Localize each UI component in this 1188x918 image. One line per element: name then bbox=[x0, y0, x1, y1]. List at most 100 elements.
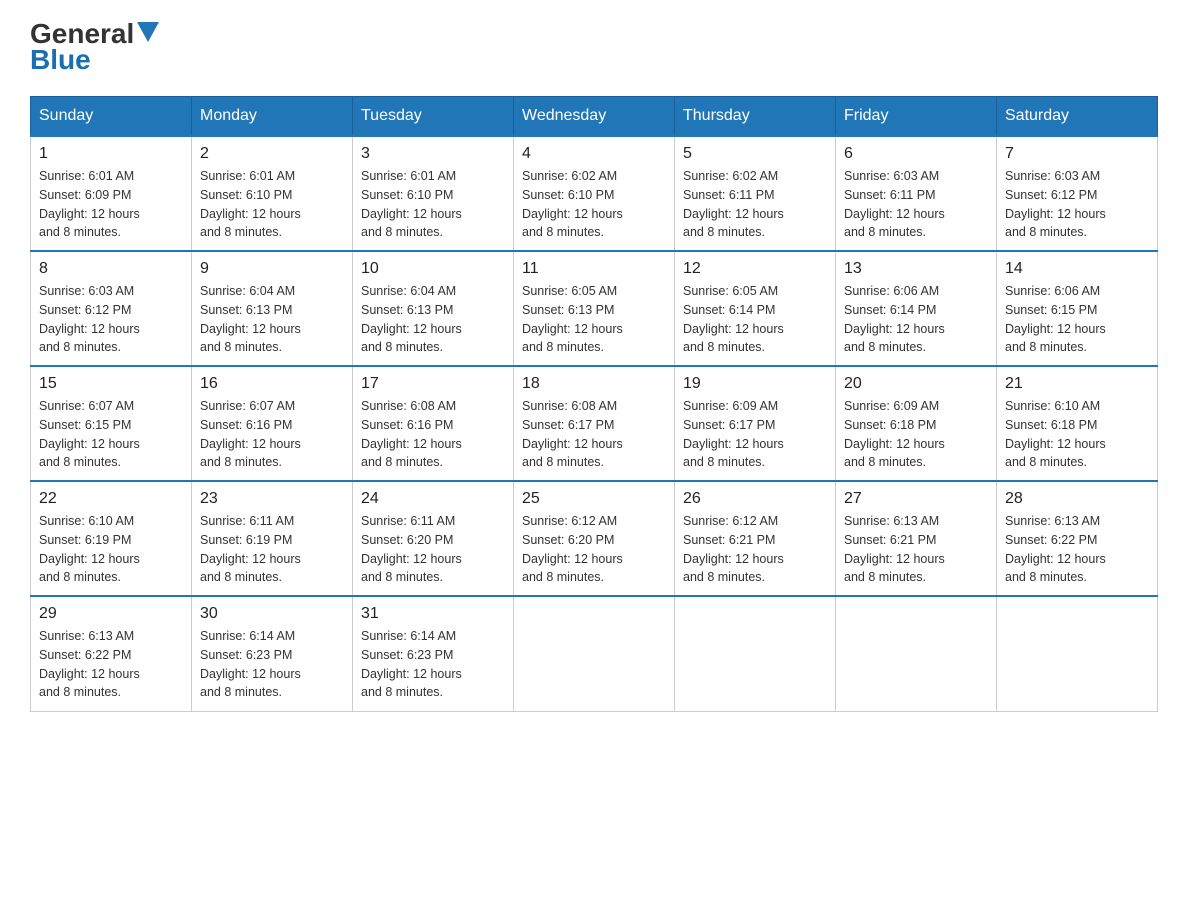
day-number: 6 bbox=[844, 145, 988, 163]
logo-blue: Blue bbox=[30, 44, 91, 76]
day-number: 24 bbox=[361, 490, 505, 508]
calendar-cell: 7 Sunrise: 6:03 AM Sunset: 6:12 PM Dayli… bbox=[997, 136, 1158, 251]
day-info: Sunrise: 6:05 AM Sunset: 6:13 PM Dayligh… bbox=[522, 282, 666, 357]
day-number: 29 bbox=[39, 605, 183, 623]
day-info: Sunrise: 6:06 AM Sunset: 6:15 PM Dayligh… bbox=[1005, 282, 1149, 357]
day-number: 23 bbox=[200, 490, 344, 508]
page-header: General Blue bbox=[30, 20, 1158, 76]
calendar-cell: 3 Sunrise: 6:01 AM Sunset: 6:10 PM Dayli… bbox=[353, 136, 514, 251]
calendar-cell: 1 Sunrise: 6:01 AM Sunset: 6:09 PM Dayli… bbox=[31, 136, 192, 251]
day-info: Sunrise: 6:11 AM Sunset: 6:20 PM Dayligh… bbox=[361, 512, 505, 587]
calendar-cell: 20 Sunrise: 6:09 AM Sunset: 6:18 PM Dayl… bbox=[836, 366, 997, 481]
day-info: Sunrise: 6:11 AM Sunset: 6:19 PM Dayligh… bbox=[200, 512, 344, 587]
calendar-cell: 9 Sunrise: 6:04 AM Sunset: 6:13 PM Dayli… bbox=[192, 251, 353, 366]
day-info: Sunrise: 6:01 AM Sunset: 6:09 PM Dayligh… bbox=[39, 167, 183, 242]
calendar-cell bbox=[997, 596, 1158, 711]
day-info: Sunrise: 6:13 AM Sunset: 6:22 PM Dayligh… bbox=[1005, 512, 1149, 587]
day-number: 18 bbox=[522, 375, 666, 393]
day-info: Sunrise: 6:05 AM Sunset: 6:14 PM Dayligh… bbox=[683, 282, 827, 357]
week-row-3: 15 Sunrise: 6:07 AM Sunset: 6:15 PM Dayl… bbox=[31, 366, 1158, 481]
calendar-cell: 2 Sunrise: 6:01 AM Sunset: 6:10 PM Dayli… bbox=[192, 136, 353, 251]
day-info: Sunrise: 6:06 AM Sunset: 6:14 PM Dayligh… bbox=[844, 282, 988, 357]
day-number: 26 bbox=[683, 490, 827, 508]
day-number: 5 bbox=[683, 145, 827, 163]
calendar-cell: 17 Sunrise: 6:08 AM Sunset: 6:16 PM Dayl… bbox=[353, 366, 514, 481]
day-number: 11 bbox=[522, 260, 666, 278]
calendar-cell: 12 Sunrise: 6:05 AM Sunset: 6:14 PM Dayl… bbox=[675, 251, 836, 366]
day-number: 17 bbox=[361, 375, 505, 393]
calendar-cell: 18 Sunrise: 6:08 AM Sunset: 6:17 PM Dayl… bbox=[514, 366, 675, 481]
day-number: 2 bbox=[200, 145, 344, 163]
calendar-cell: 15 Sunrise: 6:07 AM Sunset: 6:15 PM Dayl… bbox=[31, 366, 192, 481]
week-row-4: 22 Sunrise: 6:10 AM Sunset: 6:19 PM Dayl… bbox=[31, 481, 1158, 596]
calendar-cell: 24 Sunrise: 6:11 AM Sunset: 6:20 PM Dayl… bbox=[353, 481, 514, 596]
day-header-friday: Friday bbox=[836, 97, 997, 137]
day-info: Sunrise: 6:10 AM Sunset: 6:18 PM Dayligh… bbox=[1005, 397, 1149, 472]
calendar-header-row: SundayMondayTuesdayWednesdayThursdayFrid… bbox=[31, 97, 1158, 137]
day-info: Sunrise: 6:02 AM Sunset: 6:11 PM Dayligh… bbox=[683, 167, 827, 242]
day-number: 25 bbox=[522, 490, 666, 508]
day-number: 8 bbox=[39, 260, 183, 278]
calendar-cell: 13 Sunrise: 6:06 AM Sunset: 6:14 PM Dayl… bbox=[836, 251, 997, 366]
day-info: Sunrise: 6:12 AM Sunset: 6:21 PM Dayligh… bbox=[683, 512, 827, 587]
day-info: Sunrise: 6:03 AM Sunset: 6:11 PM Dayligh… bbox=[844, 167, 988, 242]
day-info: Sunrise: 6:08 AM Sunset: 6:17 PM Dayligh… bbox=[522, 397, 666, 472]
calendar-cell: 16 Sunrise: 6:07 AM Sunset: 6:16 PM Dayl… bbox=[192, 366, 353, 481]
day-number: 21 bbox=[1005, 375, 1149, 393]
day-info: Sunrise: 6:04 AM Sunset: 6:13 PM Dayligh… bbox=[361, 282, 505, 357]
day-header-tuesday: Tuesday bbox=[353, 97, 514, 137]
day-info: Sunrise: 6:03 AM Sunset: 6:12 PM Dayligh… bbox=[39, 282, 183, 357]
day-info: Sunrise: 6:04 AM Sunset: 6:13 PM Dayligh… bbox=[200, 282, 344, 357]
day-header-monday: Monday bbox=[192, 97, 353, 137]
day-info: Sunrise: 6:09 AM Sunset: 6:18 PM Dayligh… bbox=[844, 397, 988, 472]
calendar-cell: 29 Sunrise: 6:13 AM Sunset: 6:22 PM Dayl… bbox=[31, 596, 192, 711]
day-number: 10 bbox=[361, 260, 505, 278]
calendar-cell: 10 Sunrise: 6:04 AM Sunset: 6:13 PM Dayl… bbox=[353, 251, 514, 366]
week-row-5: 29 Sunrise: 6:13 AM Sunset: 6:22 PM Dayl… bbox=[31, 596, 1158, 711]
calendar-cell: 5 Sunrise: 6:02 AM Sunset: 6:11 PM Dayli… bbox=[675, 136, 836, 251]
day-info: Sunrise: 6:12 AM Sunset: 6:20 PM Dayligh… bbox=[522, 512, 666, 587]
logo-triangle-icon bbox=[137, 22, 159, 42]
day-number: 12 bbox=[683, 260, 827, 278]
calendar-cell: 27 Sunrise: 6:13 AM Sunset: 6:21 PM Dayl… bbox=[836, 481, 997, 596]
calendar-cell: 23 Sunrise: 6:11 AM Sunset: 6:19 PM Dayl… bbox=[192, 481, 353, 596]
day-number: 30 bbox=[200, 605, 344, 623]
day-info: Sunrise: 6:13 AM Sunset: 6:22 PM Dayligh… bbox=[39, 627, 183, 702]
day-number: 27 bbox=[844, 490, 988, 508]
calendar-cell: 30 Sunrise: 6:14 AM Sunset: 6:23 PM Dayl… bbox=[192, 596, 353, 711]
day-info: Sunrise: 6:14 AM Sunset: 6:23 PM Dayligh… bbox=[361, 627, 505, 702]
calendar-cell bbox=[514, 596, 675, 711]
day-info: Sunrise: 6:09 AM Sunset: 6:17 PM Dayligh… bbox=[683, 397, 827, 472]
day-header-wednesday: Wednesday bbox=[514, 97, 675, 137]
day-info: Sunrise: 6:03 AM Sunset: 6:12 PM Dayligh… bbox=[1005, 167, 1149, 242]
week-row-1: 1 Sunrise: 6:01 AM Sunset: 6:09 PM Dayli… bbox=[31, 136, 1158, 251]
day-info: Sunrise: 6:01 AM Sunset: 6:10 PM Dayligh… bbox=[361, 167, 505, 242]
day-number: 19 bbox=[683, 375, 827, 393]
day-info: Sunrise: 6:01 AM Sunset: 6:10 PM Dayligh… bbox=[200, 167, 344, 242]
day-header-saturday: Saturday bbox=[997, 97, 1158, 137]
day-info: Sunrise: 6:02 AM Sunset: 6:10 PM Dayligh… bbox=[522, 167, 666, 242]
day-info: Sunrise: 6:07 AM Sunset: 6:16 PM Dayligh… bbox=[200, 397, 344, 472]
calendar-cell: 4 Sunrise: 6:02 AM Sunset: 6:10 PM Dayli… bbox=[514, 136, 675, 251]
calendar-cell: 31 Sunrise: 6:14 AM Sunset: 6:23 PM Dayl… bbox=[353, 596, 514, 711]
calendar-cell: 21 Sunrise: 6:10 AM Sunset: 6:18 PM Dayl… bbox=[997, 366, 1158, 481]
day-number: 20 bbox=[844, 375, 988, 393]
calendar-cell bbox=[836, 596, 997, 711]
day-info: Sunrise: 6:13 AM Sunset: 6:21 PM Dayligh… bbox=[844, 512, 988, 587]
day-number: 15 bbox=[39, 375, 183, 393]
calendar-cell: 8 Sunrise: 6:03 AM Sunset: 6:12 PM Dayli… bbox=[31, 251, 192, 366]
calendar-cell: 19 Sunrise: 6:09 AM Sunset: 6:17 PM Dayl… bbox=[675, 366, 836, 481]
day-number: 13 bbox=[844, 260, 988, 278]
day-number: 16 bbox=[200, 375, 344, 393]
day-number: 31 bbox=[361, 605, 505, 623]
week-row-2: 8 Sunrise: 6:03 AM Sunset: 6:12 PM Dayli… bbox=[31, 251, 1158, 366]
day-info: Sunrise: 6:10 AM Sunset: 6:19 PM Dayligh… bbox=[39, 512, 183, 587]
calendar-cell: 25 Sunrise: 6:12 AM Sunset: 6:20 PM Dayl… bbox=[514, 481, 675, 596]
calendar-cell bbox=[675, 596, 836, 711]
logo: General Blue bbox=[30, 20, 159, 76]
day-info: Sunrise: 6:07 AM Sunset: 6:15 PM Dayligh… bbox=[39, 397, 183, 472]
day-info: Sunrise: 6:14 AM Sunset: 6:23 PM Dayligh… bbox=[200, 627, 344, 702]
calendar-cell: 14 Sunrise: 6:06 AM Sunset: 6:15 PM Dayl… bbox=[997, 251, 1158, 366]
calendar-cell: 11 Sunrise: 6:05 AM Sunset: 6:13 PM Dayl… bbox=[514, 251, 675, 366]
day-number: 3 bbox=[361, 145, 505, 163]
